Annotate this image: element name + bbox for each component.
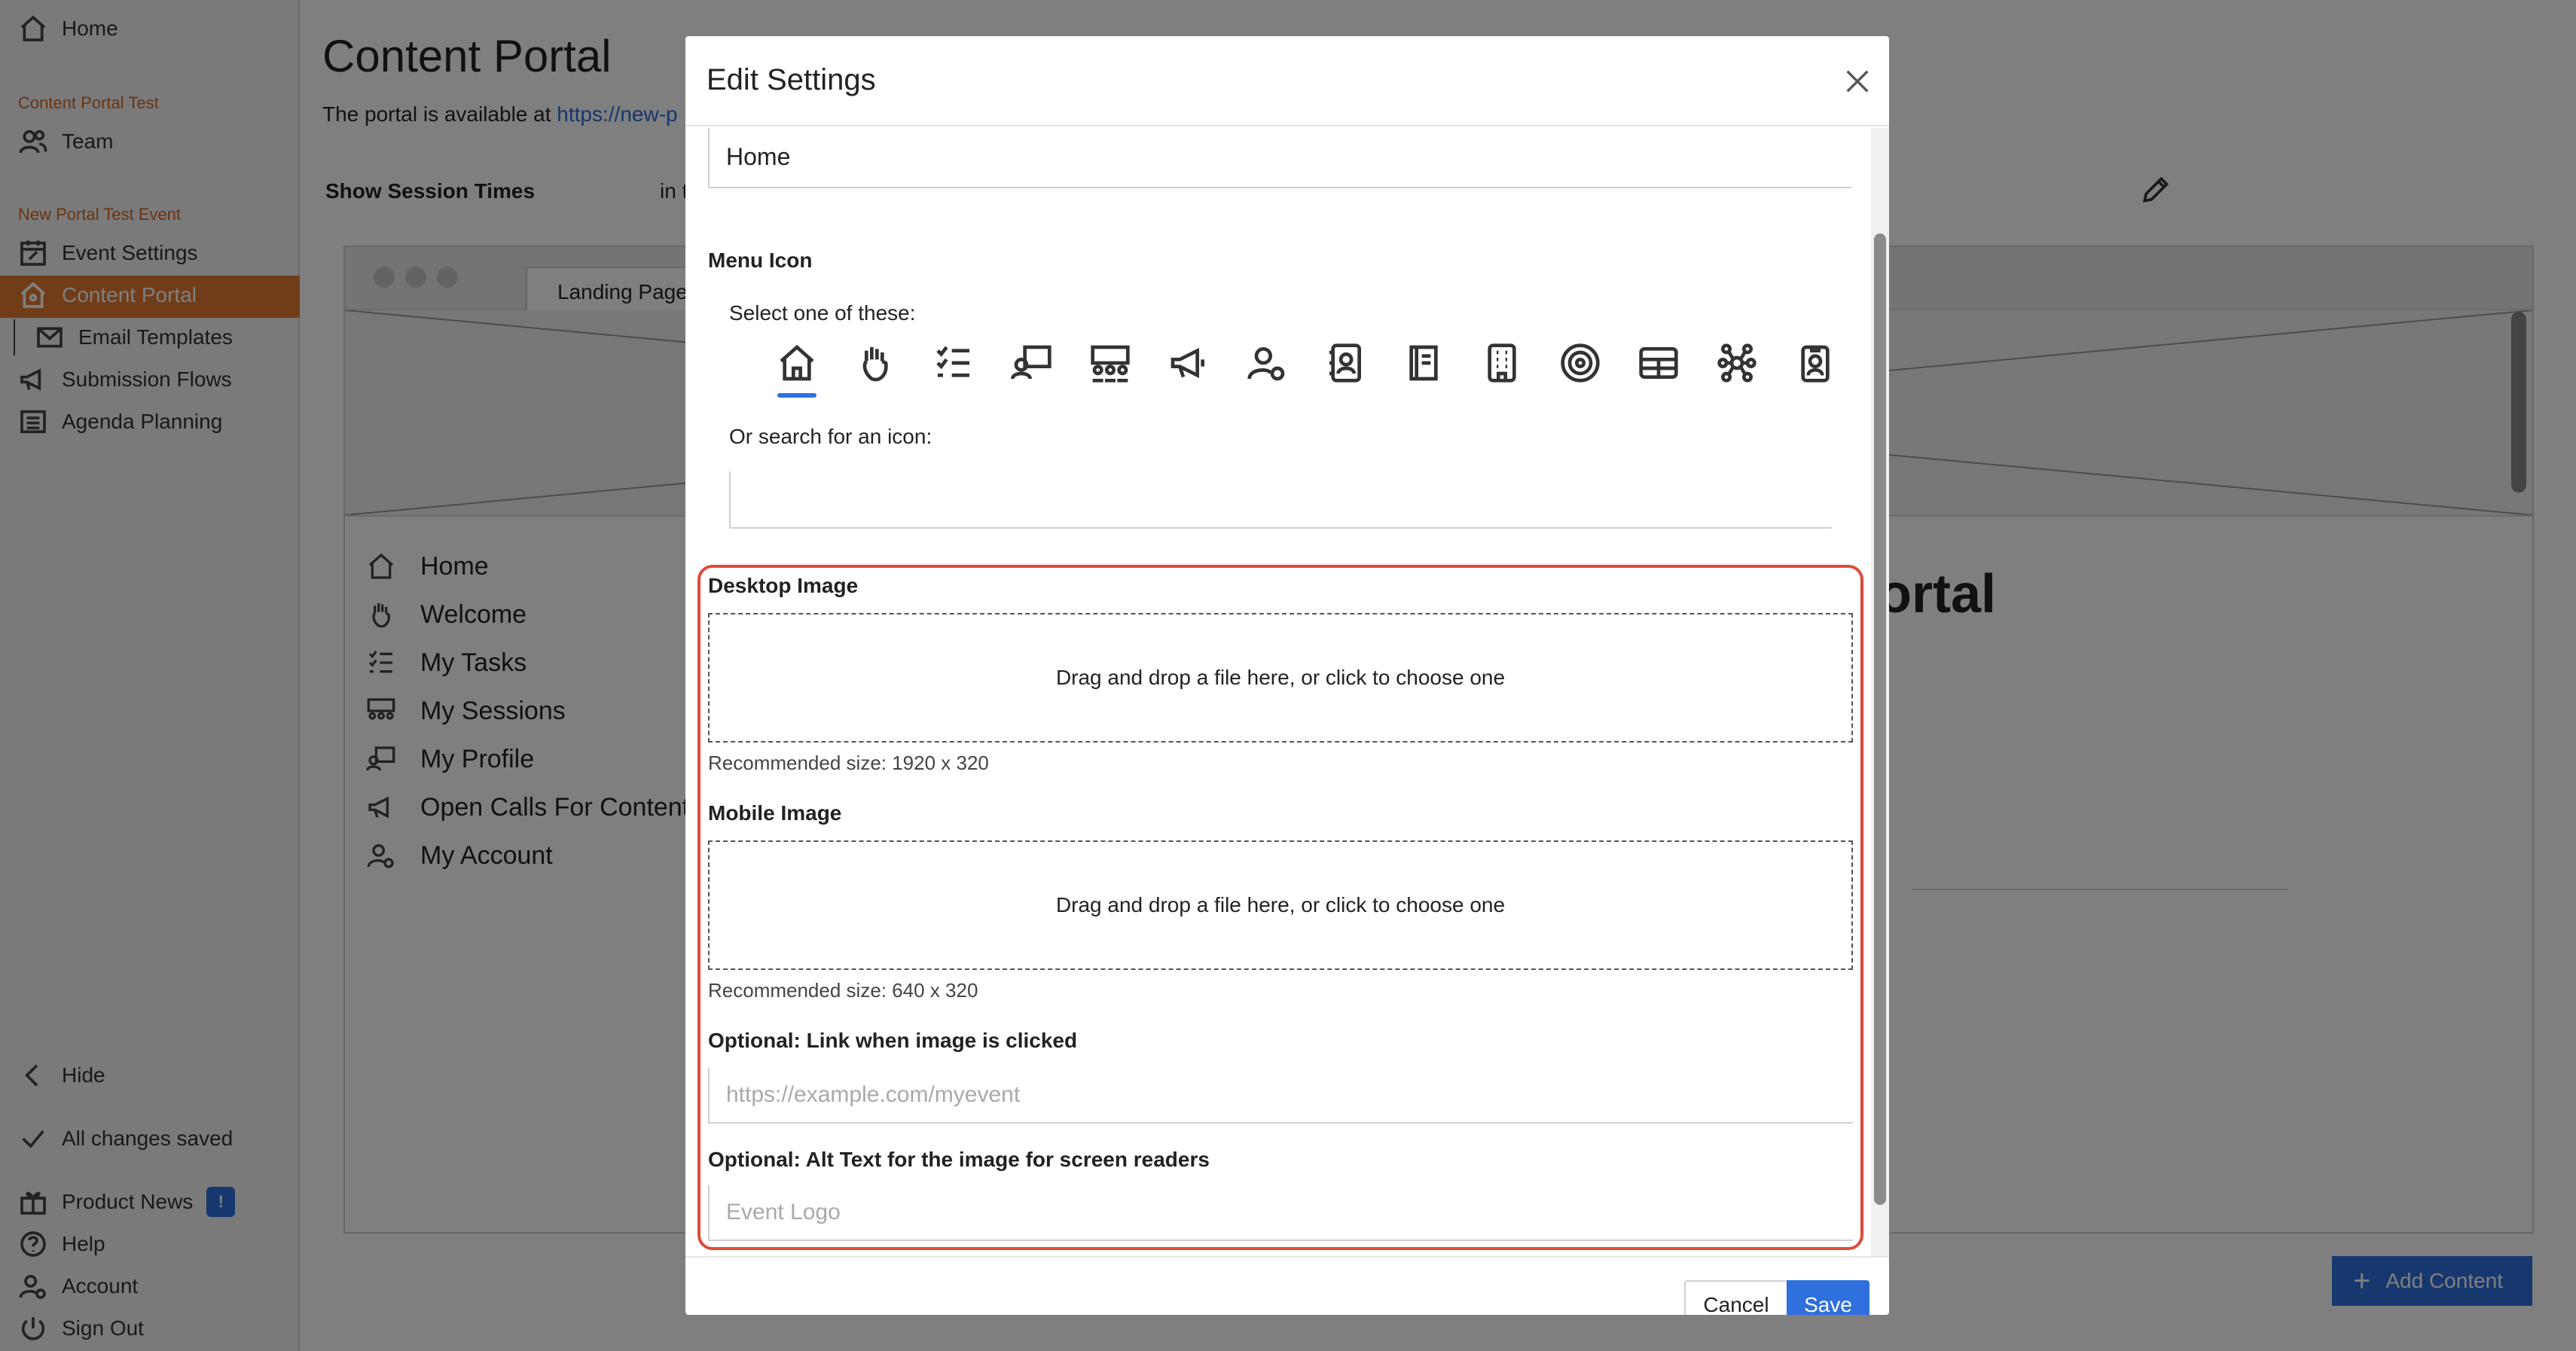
save-button[interactable]: Save — [1787, 1280, 1869, 1315]
desktop-image-dropzone[interactable]: Drag and drop a file here, or click to c… — [708, 613, 1853, 743]
icon-option-badge[interactable] — [1776, 342, 1854, 395]
book-icon — [1409, 345, 1438, 381]
modal-scrollbar-thumb[interactable] — [1874, 233, 1886, 1205]
edit-settings-modal: Edit Settings Home Menu Icon Select one … — [685, 36, 1889, 1315]
search-icon-label: Or search for an icon: — [729, 425, 932, 448]
icon-option-presenter[interactable] — [993, 342, 1071, 395]
building-icon — [1488, 343, 1516, 383]
close-icon[interactable] — [1842, 66, 1872, 96]
icon-option-home[interactable] — [758, 342, 836, 398]
contact-card-icon — [1329, 343, 1361, 383]
icon-option-checklist[interactable] — [914, 342, 993, 395]
mobile-image-label: Mobile Image — [708, 801, 842, 825]
table-icon — [1639, 347, 1678, 379]
desktop-size-hint: Recommended size: 1920 x 320 — [708, 752, 989, 774]
icon-option-target[interactable] — [1541, 342, 1619, 395]
modal-footer: Cancel Save — [685, 1256, 1889, 1315]
link-label: Optional: Link when image is clicked — [708, 1029, 1078, 1052]
icon-option-table[interactable] — [1619, 342, 1698, 395]
icon-option-network[interactable] — [1698, 342, 1776, 395]
megaphone-icon — [1170, 347, 1204, 379]
alt-text-input[interactable] — [708, 1185, 1853, 1241]
modal-scrollbar[interactable] — [1871, 128, 1889, 1256]
icon-picker — [758, 342, 1854, 398]
select-icon-label: Select one of these: — [729, 301, 916, 325]
dropzone-text: Drag and drop a file here, or click to c… — [1055, 666, 1506, 689]
network-icon — [1717, 343, 1757, 383]
presenter-icon — [1011, 345, 1051, 380]
alt-text-label: Optional: Alt Text for the image for scr… — [708, 1148, 1210, 1171]
menu-icon-label: Menu Icon — [708, 249, 813, 272]
checklist-icon — [936, 346, 969, 377]
user-settings-icon — [1247, 347, 1285, 381]
target-icon — [1561, 343, 1600, 383]
icon-option-wave[interactable] — [836, 342, 914, 395]
home-icon — [780, 344, 814, 381]
desktop-image-label: Desktop Image — [708, 574, 859, 597]
icon-option-book[interactable] — [1384, 342, 1463, 395]
modal-title: Edit Settings — [707, 63, 876, 96]
modal-body: Home Menu Icon Select one of these: Or s… — [685, 128, 1871, 1256]
badge-icon — [1801, 345, 1830, 383]
icon-option-user-settings[interactable] — [1228, 342, 1306, 395]
mobile-size-hint: Recommended size: 640 x 320 — [708, 979, 978, 1002]
icon-option-contact-card[interactable] — [1306, 342, 1384, 395]
mobile-image-dropzone[interactable]: Drag and drop a file here, or click to c… — [708, 840, 1853, 970]
image-link-input[interactable] — [708, 1068, 1853, 1124]
icon-option-building[interactable] — [1463, 342, 1541, 395]
modal-header: Edit Settings — [685, 36, 1889, 127]
audience-icon — [1091, 345, 1130, 383]
icon-option-megaphone[interactable] — [1149, 342, 1228, 395]
menu-label-input[interactable]: Home — [708, 128, 1851, 188]
wave-hand-icon — [862, 347, 888, 382]
dropzone-text: Drag and drop a file here, or click to c… — [1055, 893, 1506, 916]
icon-option-audience[interactable] — [1071, 342, 1149, 395]
icon-search-input[interactable] — [729, 471, 1832, 529]
cancel-button[interactable]: Cancel — [1684, 1280, 1788, 1315]
